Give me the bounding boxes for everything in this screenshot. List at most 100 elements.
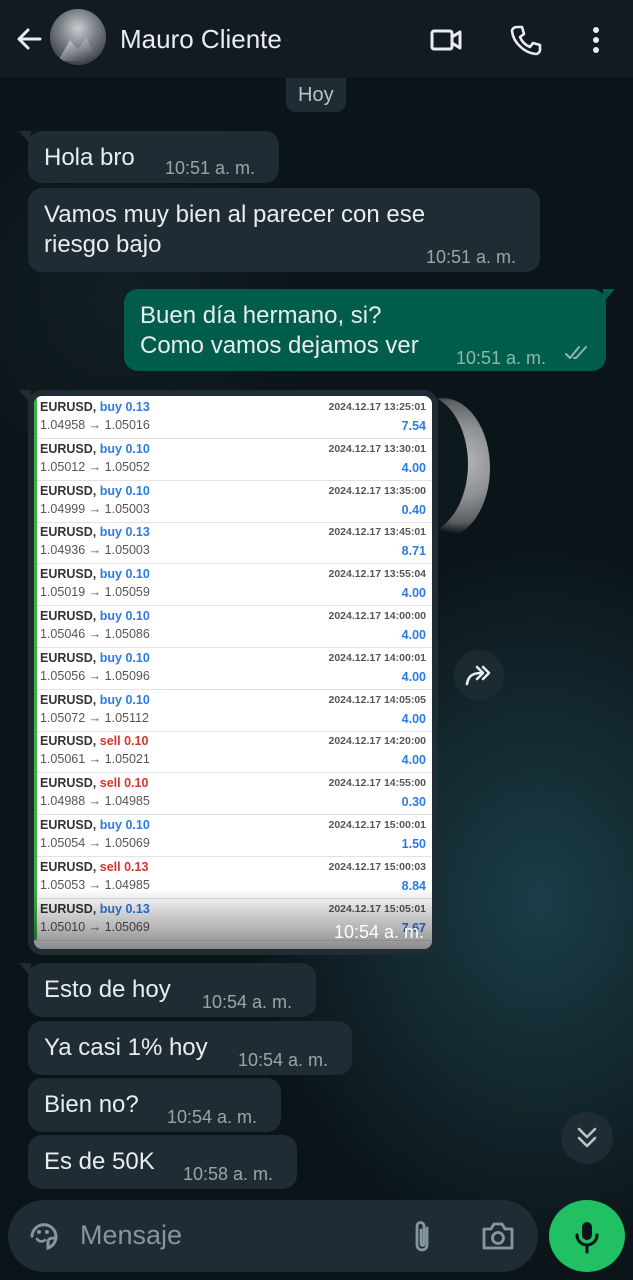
sticker-icon[interactable] (26, 1218, 62, 1254)
arrow-left-icon[interactable] (12, 22, 46, 56)
trade-row: EURUSD, buy 0.10 1.05072 → 1.05112 2024.12… (34, 688, 432, 732)
trade-prices: 1.05054 → 1.05069 (40, 836, 150, 850)
avatar[interactable] (50, 9, 106, 65)
trade-symbol: EURUSD, buy 0.10 (40, 651, 150, 665)
contact-name[interactable]: Mauro Cliente (120, 24, 282, 55)
trade-symbol: EURUSD, sell 0.10 (40, 776, 148, 790)
message-time: 10:54 a. m. (202, 992, 293, 1012)
trade-direction: buy 0.10 (100, 567, 150, 581)
symbol-text: EURUSD, (40, 650, 97, 665)
trade-prices: 1.05056 → 1.05096 (40, 668, 150, 683)
trade-profit: 4.00 (401, 586, 426, 601)
symbol-text: EURUSD, (40, 567, 97, 582)
outgoing-message[interactable]: Buen día hermano, si? Como vamos dejamos… (124, 289, 615, 371)
close-price: 1.04985 (104, 794, 150, 809)
trade-row: EURUSD, buy 0.13 1.04936 → 1.05003 2024.12… (34, 521, 432, 565)
message-input[interactable]: Mensaje (80, 1220, 182, 1251)
lots-text: 0.13 (125, 525, 150, 540)
open-price: 1.04999 (40, 501, 86, 516)
close-price: 1.05069 (104, 836, 150, 850)
trade-symbol: EURUSD, buy 0.10 (40, 693, 150, 707)
trade-profit: 4.00 (401, 753, 426, 768)
trade-prices: 1.05072 → 1.05112 (40, 710, 149, 725)
trade-prices: 1.04988 → 1.04985 (40, 794, 150, 809)
message-text: Es de 50K (44, 1148, 155, 1175)
message-text: Hola bro (44, 144, 135, 171)
trade-direction: buy 0.13 (100, 525, 150, 539)
trade-direction: sell 0.13 (100, 860, 149, 874)
close-price: 1.05112 (104, 710, 149, 725)
video-camera-icon[interactable] (428, 22, 464, 58)
close-price: 1.05021 (104, 752, 150, 767)
trade-date: 2024.12.17 14:00:00 (328, 610, 427, 622)
close-price: 1.05096 (104, 668, 150, 683)
incoming-message[interactable]: Esto de hoy 10:54 a. m. (19, 963, 316, 1017)
trade-symbol: EURUSD, sell 0.10 (40, 734, 148, 748)
forward-button[interactable] (454, 650, 504, 700)
trade-prices: 1.05061 → 1.05021 (40, 752, 150, 767)
message-time: 10:51 a. m. (456, 348, 547, 368)
trade-date: 2024.12.17 13:55:04 (328, 568, 427, 581)
phone-icon[interactable] (508, 22, 544, 58)
trade-prices: 1.05046 → 1.05086 (40, 627, 150, 641)
incoming-message[interactable]: Ya casi 1% hoy 10:54 a. m. (28, 1021, 352, 1075)
message-text: Esto de hoy (44, 976, 171, 1003)
trade-direction: buy 0.13 (100, 400, 150, 414)
trade-direction: buy 0.10 (100, 609, 150, 623)
trade-symbol: EURUSD, buy 0.10 (40, 609, 150, 623)
trade-row: EURUSD, buy 0.10 1.05019 → 1.05059 2024.12… (34, 563, 432, 607)
open-price: 1.04936 (40, 543, 86, 558)
close-price: 1.05052 (104, 459, 150, 474)
lots-text: 0.13 (124, 859, 149, 874)
side-text: sell (99, 859, 121, 874)
symbol-text: EURUSD, (40, 818, 97, 832)
camera-icon[interactable] (480, 1220, 516, 1252)
profit-indicator (34, 688, 37, 731)
trade-row: EURUSD, buy 0.10 1.05054 → 1.05069 2024.12… (34, 814, 432, 857)
lots-text: 0.13 (125, 400, 150, 414)
trade-profit: 7.54 (401, 419, 426, 433)
lots-text: 0.10 (125, 818, 150, 832)
profit-indicator (34, 437, 37, 480)
trade-symbol: EURUSD, buy 0.13 (40, 525, 150, 539)
open-price: 1.05056 (40, 668, 86, 683)
profit-indicator (34, 772, 37, 815)
paperclip-icon[interactable] (408, 1218, 436, 1256)
trade-profit: 8.71 (401, 544, 426, 559)
trade-date: 2024.12.17 13:35:00 (328, 484, 427, 497)
trade-history-screenshot[interactable]: EURUSD, buy 0.13 1.04958 → 1.05016 2024.12… (34, 396, 432, 949)
side-text: buy (99, 609, 122, 623)
trade-date: 2024.12.17 13:25:01 (328, 401, 427, 413)
trade-row: EURUSD, buy 0.10 1.04999 → 1.05003 2024.12… (34, 479, 432, 523)
side-text: sell (99, 776, 121, 791)
trade-symbol: EURUSD, buy 0.10 (40, 818, 150, 832)
close-price: 1.05003 (104, 543, 150, 558)
incoming-message[interactable]: Es de 50K 10:58 a. m. (28, 1135, 297, 1189)
message-time: 10:51 a. m. (165, 158, 256, 178)
trade-symbol: EURUSD, sell 0.13 (40, 860, 148, 874)
open-price: 1.05012 (40, 459, 86, 474)
profit-indicator (34, 396, 37, 438)
trade-profit: 4.00 (401, 628, 426, 642)
chat-header: Mauro Cliente (0, 0, 633, 78)
incoming-message[interactable]: Hola bro 10:51 a. m. (19, 131, 279, 183)
side-text: buy (99, 483, 122, 498)
profit-indicator (34, 730, 37, 773)
side-text: buy (99, 567, 122, 582)
message-time: 10:54 a. m. (333, 922, 424, 942)
message-time: 10:58 a. m. (183, 1164, 274, 1184)
trade-profit: 1.50 (401, 837, 426, 851)
more-vertical-icon[interactable] (578, 22, 614, 58)
image-message[interactable]: EURUSD, buy 0.13 1.04958 → 1.05016 2024.12… (19, 390, 438, 955)
voice-message-button[interactable] (549, 1200, 625, 1272)
incoming-message[interactable]: Vamos muy bien al parecer con ese riesgo… (28, 188, 540, 272)
message-composer[interactable]: Mensaje (8, 1200, 538, 1272)
lots-text: 0.10 (125, 483, 150, 498)
open-price: 1.05019 (40, 585, 86, 600)
message-time: 10:54 a. m. (167, 1107, 258, 1127)
trade-row: EURUSD, buy 0.10 1.05012 → 1.05052 2024.12… (34, 437, 432, 481)
incoming-message[interactable]: Bien no? 10:54 a. m. (28, 1078, 281, 1132)
trade-direction: sell 0.10 (100, 776, 149, 790)
trade-profit: 0.30 (401, 795, 426, 810)
scroll-to-bottom-button[interactable] (561, 1112, 613, 1164)
